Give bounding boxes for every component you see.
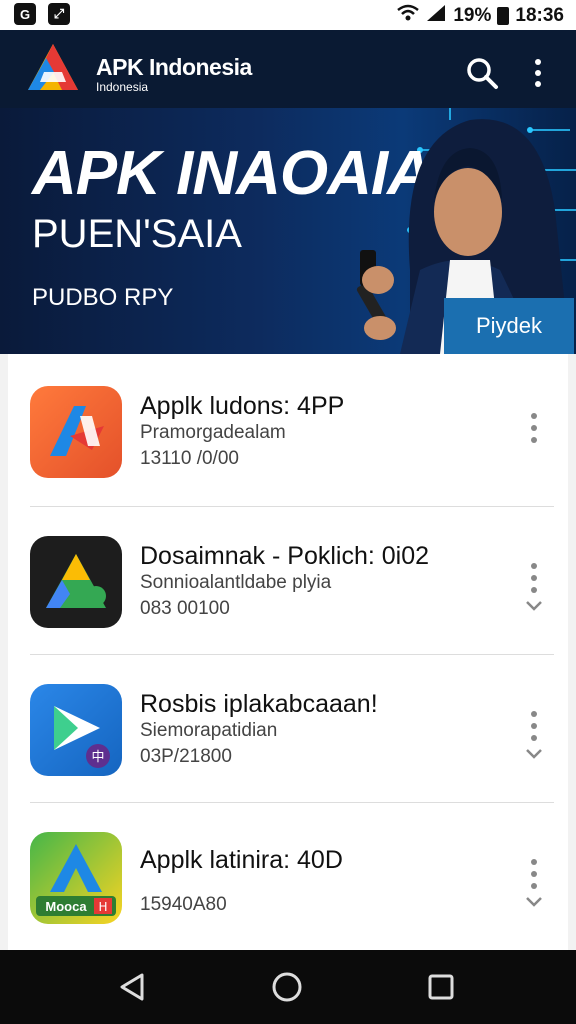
more-vert-icon[interactable] xyxy=(522,556,546,616)
app-title: Rosbis iplakabcaaan! xyxy=(140,690,378,718)
app-title: Applk latinira: 40D xyxy=(140,846,343,874)
status-bar: G ⤢ 19% 18:36 xyxy=(0,0,576,30)
orange-arrow-icon xyxy=(30,386,122,478)
dark-triangle-icon xyxy=(30,536,122,628)
more-vert-icon[interactable] xyxy=(522,704,546,764)
clock: 18:36 xyxy=(515,5,564,26)
more-vert-icon[interactable] xyxy=(522,852,546,912)
home-icon[interactable] xyxy=(270,970,304,1004)
blue-play-icon: 中 xyxy=(30,684,122,776)
list-item[interactable]: Mooca H Applk latinira: 40D 15940A80 xyxy=(8,800,568,948)
signal-icon xyxy=(425,4,447,28)
badge-label: Mooca xyxy=(45,899,87,914)
badge-label: H xyxy=(98,900,107,914)
recents-icon[interactable] xyxy=(424,970,458,1004)
more-vert-icon[interactable] xyxy=(522,406,546,466)
banner-tagline: PUDBO RPY xyxy=(32,284,174,311)
logo-icon xyxy=(28,44,78,90)
app-list: Applk ludons: 4PP Pramorgadealam 13110 /… xyxy=(8,354,568,950)
app-title: Dosaimnak - Poklich: 0i02 xyxy=(140,542,430,570)
app-description: Sonnioalantldabe plyia xyxy=(140,572,332,593)
brand-subtitle: Indonesia xyxy=(96,80,149,94)
back-icon[interactable] xyxy=(116,970,150,1004)
battery-icon xyxy=(497,7,510,25)
app-meta: 083 00100 xyxy=(140,598,230,619)
green-a-icon: Mooca H xyxy=(30,832,122,924)
cta-button[interactable]: Piydek xyxy=(444,298,574,354)
list-item[interactable]: Applk ludons: 4PP Pramorgadealam 13110 /… xyxy=(8,354,568,502)
app-description: Pramorgadealam xyxy=(140,422,286,443)
app-meta: 03P/21800 xyxy=(140,746,232,767)
app-meta: 15940A80 xyxy=(140,894,227,915)
app-icon: G xyxy=(14,3,36,25)
expand-icon: ⤢ xyxy=(48,3,70,25)
banner-subhead: PUEN'SAIA xyxy=(32,212,242,256)
list-item[interactable]: 中 Rosbis iplakabcaaan! Siemorapatidian 0… xyxy=(8,652,568,800)
wifi-icon xyxy=(397,4,420,28)
app-title: Applk ludons: 4PP xyxy=(140,392,345,420)
more-options-icon[interactable] xyxy=(526,55,550,91)
app-meta: 13110 /0/00 xyxy=(140,448,239,469)
app-description: Siemorapatidian xyxy=(140,720,278,741)
list-item[interactable]: Dosaimnak - Poklich: 0i02 Sonnioalantlda… xyxy=(8,504,568,652)
hero-banner: APK Indonesia Indonesia APK INAOAIA PUEN… xyxy=(0,30,576,354)
badge-label: 中 xyxy=(91,750,104,765)
search-icon[interactable] xyxy=(464,55,500,91)
system-navigation-bar xyxy=(0,950,576,1024)
battery-percent: 19% xyxy=(453,5,492,26)
brand-name: APK Indonesia xyxy=(96,54,252,80)
